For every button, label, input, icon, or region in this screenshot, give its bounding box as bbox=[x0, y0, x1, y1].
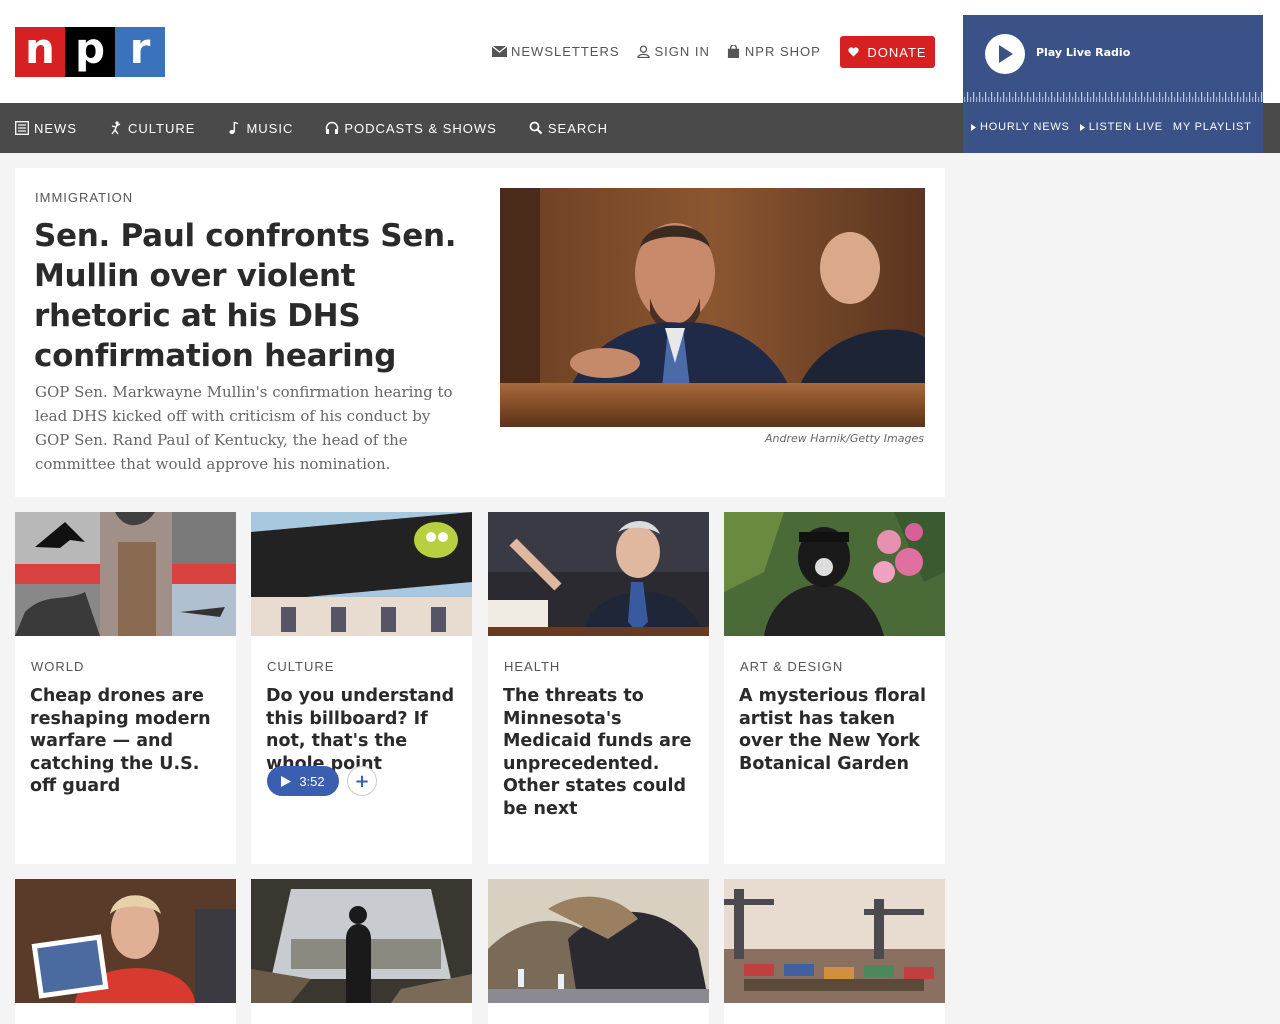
play-live-radio-label: Play Live Radio bbox=[1036, 46, 1131, 59]
music-note-icon bbox=[229, 121, 239, 134]
prayer-image bbox=[488, 879, 709, 1003]
photo-credit: Andrew Harnik/Getty Images bbox=[764, 432, 924, 445]
shopping-bag-icon bbox=[727, 45, 739, 58]
story-image[interactable] bbox=[488, 879, 709, 1003]
drones-collage-image bbox=[15, 512, 236, 636]
listen-live-link[interactable]: LISTEN LIVE bbox=[1079, 121, 1163, 133]
envelope-icon bbox=[492, 45, 507, 57]
logo-letter-n: n bbox=[15, 27, 65, 77]
story-card[interactable]: CULTURE Do you understand this billboard… bbox=[251, 512, 472, 864]
story-card[interactable]: WORLD Cheap drones are reshaping modern … bbox=[15, 512, 236, 864]
hero-kicker[interactable]: IMMIGRATION bbox=[35, 190, 133, 205]
story-kicker[interactable]: WORLD bbox=[31, 659, 84, 674]
plus-icon: + bbox=[354, 770, 370, 792]
sign-in-link[interactable]: SIGN IN bbox=[636, 44, 710, 59]
story-card[interactable] bbox=[488, 879, 709, 1024]
logo-letter-p: p bbox=[65, 27, 115, 77]
walz-testimony-image bbox=[488, 512, 709, 636]
nav-item-podcasts[interactable]: PODCASTS & SHOWS bbox=[325, 121, 497, 136]
add-to-playlist-button[interactable]: + bbox=[347, 766, 377, 796]
port-cranes-image bbox=[724, 879, 945, 1003]
nav-item-music[interactable]: MUSIC bbox=[227, 121, 293, 136]
utility-nav: NEWSLETTERS SIGN IN NPR SHOP bbox=[492, 44, 821, 59]
nav-label: CULTURE bbox=[128, 120, 196, 136]
play-icon bbox=[999, 45, 1013, 63]
play-live-radio-button[interactable] bbox=[985, 34, 1025, 74]
nav-label: MUSIC bbox=[246, 120, 294, 136]
search-icon bbox=[529, 121, 543, 135]
story-card[interactable] bbox=[724, 879, 945, 1024]
culture-icon bbox=[111, 121, 121, 135]
play-icon bbox=[281, 775, 292, 787]
nav-label: SEARCH bbox=[547, 120, 609, 136]
story-headline[interactable]: Cheap drones are reshaping modern warfar… bbox=[30, 685, 225, 798]
nav-item-culture[interactable]: CULTURE bbox=[109, 121, 195, 136]
story-image[interactable] bbox=[251, 512, 472, 636]
play-audio-button[interactable]: 3:52 bbox=[267, 766, 339, 796]
listen-live-label: LISTEN LIVE bbox=[1088, 121, 1163, 133]
nav-label: PODCASTS & SHOWS bbox=[344, 120, 497, 136]
headphones-icon bbox=[326, 121, 339, 134]
damaged-building-image bbox=[251, 879, 472, 1003]
play-small-icon bbox=[1079, 123, 1085, 131]
newsletters-label: NEWSLETTERS bbox=[511, 44, 620, 59]
hero-photo[interactable] bbox=[500, 188, 925, 427]
heart-icon bbox=[848, 47, 860, 57]
waveform-graphic bbox=[963, 88, 1263, 102]
hero-headline[interactable]: Sen. Paul confronts Sen. Mullin over vio… bbox=[34, 216, 474, 376]
story-image[interactable] bbox=[724, 512, 945, 636]
story-kicker[interactable]: HEALTH bbox=[504, 659, 560, 674]
npr-logo[interactable]: n p r bbox=[15, 27, 165, 77]
newsletters-link[interactable]: NEWSLETTERS bbox=[492, 44, 620, 59]
npr-shop-label: NPR SHOP bbox=[744, 44, 821, 59]
story-card[interactable]: HEALTH The threats to Minnesota's Medica… bbox=[488, 512, 709, 864]
story-image[interactable] bbox=[15, 879, 236, 1003]
nav-item-search[interactable]: SEARCH bbox=[529, 121, 608, 136]
story-kicker[interactable]: CULTURE bbox=[267, 659, 334, 674]
story-headline[interactable]: A mysterious floral artist has taken ove… bbox=[739, 685, 934, 775]
donate-label: DONATE bbox=[867, 44, 927, 60]
story-image[interactable] bbox=[251, 879, 472, 1003]
npr-shop-link[interactable]: NPR SHOP bbox=[726, 44, 821, 59]
logo-letter-r: r bbox=[115, 27, 165, 77]
story-headline[interactable]: Do you understand this billboard? If not… bbox=[266, 685, 461, 775]
sign-in-label: SIGN IN bbox=[654, 44, 710, 59]
play-small-icon bbox=[971, 123, 976, 131]
story-image[interactable] bbox=[724, 879, 945, 1003]
donate-button[interactable]: DONATE bbox=[840, 36, 935, 68]
hearing-witness-image bbox=[15, 879, 236, 1003]
hero-teaser: GOP Sen. Markwayne Mullin's confirmation… bbox=[35, 383, 453, 473]
hero-story: IMMIGRATION Sen. Paul confronts Sen. Mul… bbox=[15, 168, 945, 497]
hearing-photo bbox=[500, 188, 925, 427]
hourly-news-label: HOURLY NEWS bbox=[980, 121, 1070, 133]
billboard-image bbox=[251, 512, 472, 636]
story-card[interactable]: ART & DESIGN A mysterious floral artist … bbox=[724, 512, 945, 864]
audio-duration: 3:52 bbox=[299, 773, 325, 789]
story-image[interactable] bbox=[15, 512, 236, 636]
story-headline[interactable]: The threats to Minnesota's Medicaid fund… bbox=[503, 685, 698, 821]
my-playlist-link[interactable]: MY PLAYLIST bbox=[1173, 121, 1252, 133]
live-radio-player: Play Live Radio HOURLY NEWS LISTEN LIVE … bbox=[963, 15, 1263, 153]
user-icon bbox=[636, 45, 650, 58]
nav-item-news[interactable]: NEWS bbox=[15, 121, 77, 136]
story-kicker[interactable]: ART & DESIGN bbox=[740, 659, 843, 674]
floral-artist-image bbox=[724, 512, 945, 636]
story-card[interactable] bbox=[251, 879, 472, 1024]
hourly-news-link[interactable]: HOURLY NEWS bbox=[971, 121, 1070, 133]
story-card[interactable] bbox=[15, 879, 236, 1024]
story-image[interactable] bbox=[488, 512, 709, 636]
nav-label: NEWS bbox=[34, 120, 77, 136]
news-icon bbox=[15, 121, 29, 135]
